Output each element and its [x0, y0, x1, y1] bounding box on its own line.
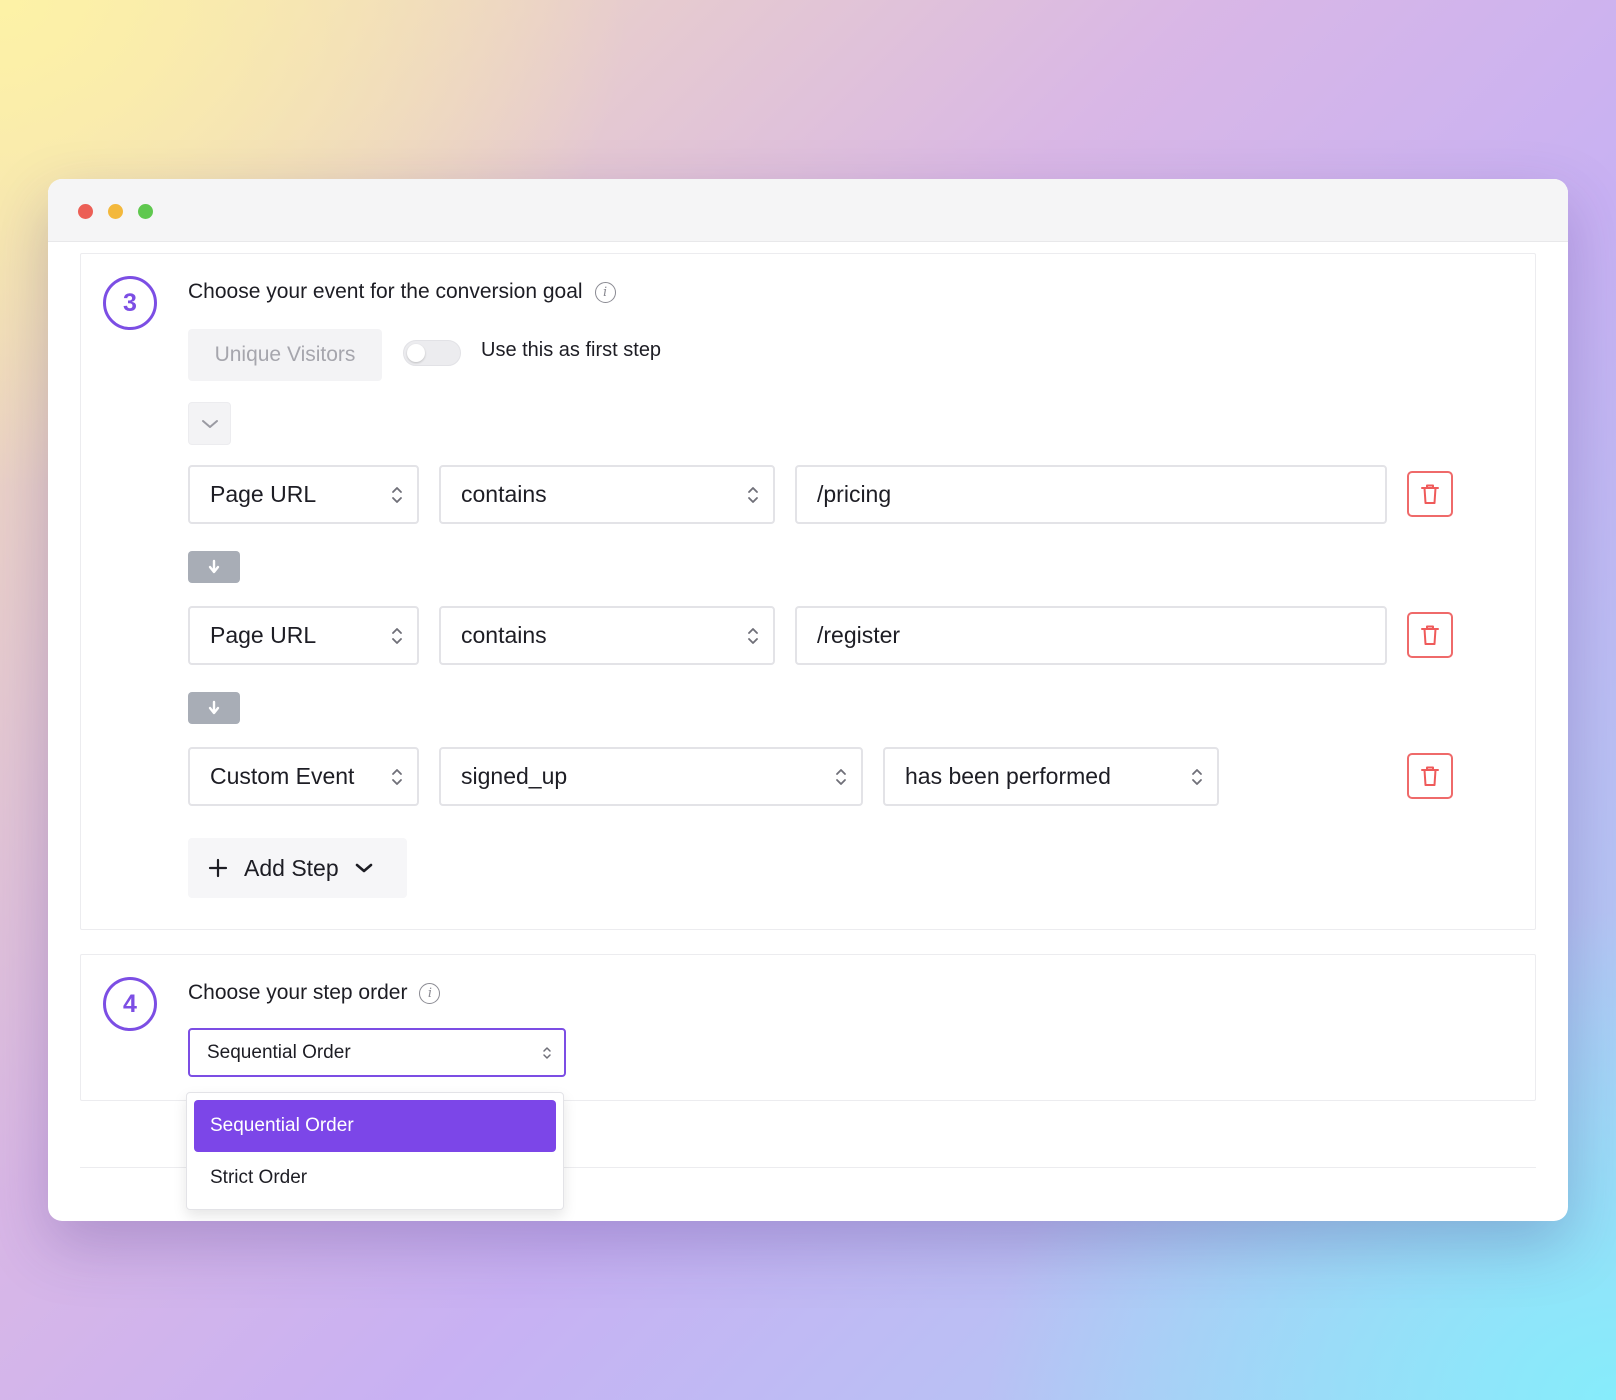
row-3-delete-button[interactable] [1407, 753, 1453, 799]
updown-chevron-icon [748, 486, 758, 503]
updown-chevron-icon [836, 768, 846, 785]
updown-chevron-icon [392, 768, 402, 785]
row-3-condition-select[interactable]: has been performed [883, 747, 1219, 806]
row-1-field-select[interactable]: Page URL [188, 465, 419, 524]
app-window: 3 Choose your event for the conversion g… [48, 179, 1568, 1221]
option-strict-order[interactable]: Strict Order [194, 1152, 556, 1204]
step-3-heading: Choose your event for the conversion goa… [188, 280, 616, 304]
row-1-operator-value: contains [461, 481, 547, 507]
updown-chevron-icon [543, 1046, 551, 1059]
updown-chevron-icon [392, 627, 402, 644]
updown-chevron-icon [1192, 768, 1202, 785]
step-3-card: 3 Choose your event for the conversion g… [80, 253, 1536, 930]
trash-icon [1421, 625, 1439, 645]
chevron-down-icon [355, 863, 372, 873]
info-icon[interactable]: i [594, 281, 616, 303]
row-2-next-arrow [188, 692, 240, 724]
row-1-operator-select[interactable]: contains [439, 465, 775, 524]
step-number-badge: 4 [103, 977, 157, 1031]
toggle-knob [407, 344, 425, 362]
step-3-heading-text: Choose your event for the conversion goa… [188, 280, 583, 303]
row-3-field-value: Custom Event [210, 763, 355, 789]
row-2-operator-value: contains [461, 622, 547, 648]
option-sequential-order[interactable]: Sequential Order [194, 1100, 556, 1152]
step-4-heading: Choose your step order i [188, 981, 441, 1005]
updown-chevron-icon [392, 486, 402, 503]
row-2-value-input[interactable]: /register [795, 606, 1387, 665]
step-order-dropdown: Sequential Order Strict Order [186, 1092, 564, 1210]
trash-icon [1421, 484, 1439, 504]
step-order-select[interactable]: Sequential Order [188, 1028, 566, 1077]
title-bar [48, 179, 1568, 242]
row-2-field-select[interactable]: Page URL [188, 606, 419, 665]
step-order-selected-value: Sequential Order [207, 1041, 351, 1063]
row-3-event-select[interactable]: signed_up [439, 747, 863, 806]
row-1-next-arrow [188, 551, 240, 583]
row-2-delete-button[interactable] [1407, 612, 1453, 658]
arrow-down-icon [208, 559, 220, 574]
chevron-down-icon [201, 419, 218, 428]
row-2-operator-select[interactable]: contains [439, 606, 775, 665]
row-1-delete-button[interactable] [1407, 471, 1453, 517]
unique-visitors-button[interactable]: Unique Visitors [188, 329, 382, 381]
arrow-down-icon [208, 700, 220, 715]
first-step-toggle-label: Use this as first step [481, 339, 662, 361]
add-step-button[interactable]: Add Step [188, 838, 407, 898]
plus-icon [208, 858, 228, 878]
step-number-badge: 3 [103, 276, 157, 330]
add-step-label: Add Step [244, 854, 339, 881]
row-3-event-value: signed_up [461, 763, 568, 789]
first-step-toggle[interactable] [403, 340, 461, 366]
row-1-value-input[interactable]: /pricing [795, 465, 1387, 524]
collapse-button[interactable] [188, 402, 231, 445]
trash-icon [1421, 766, 1439, 786]
row-2-value-text: /register [817, 622, 901, 648]
row-3-field-select[interactable]: Custom Event [188, 747, 419, 806]
step-4-card: 4 Choose your step order i Sequential Or… [80, 954, 1536, 1101]
row-1-value-text: /pricing [817, 481, 892, 507]
info-icon[interactable]: i [419, 982, 441, 1004]
minimize-window-button[interactable] [108, 204, 123, 219]
step-4-heading-text: Choose your step order [188, 981, 408, 1004]
row-2-field-value: Page URL [210, 622, 317, 648]
row-1-field-value: Page URL [210, 481, 317, 507]
updown-chevron-icon [748, 627, 758, 644]
maximize-window-button[interactable] [138, 204, 153, 219]
row-3-condition-value: has been performed [905, 763, 1111, 789]
close-window-button[interactable] [78, 204, 93, 219]
